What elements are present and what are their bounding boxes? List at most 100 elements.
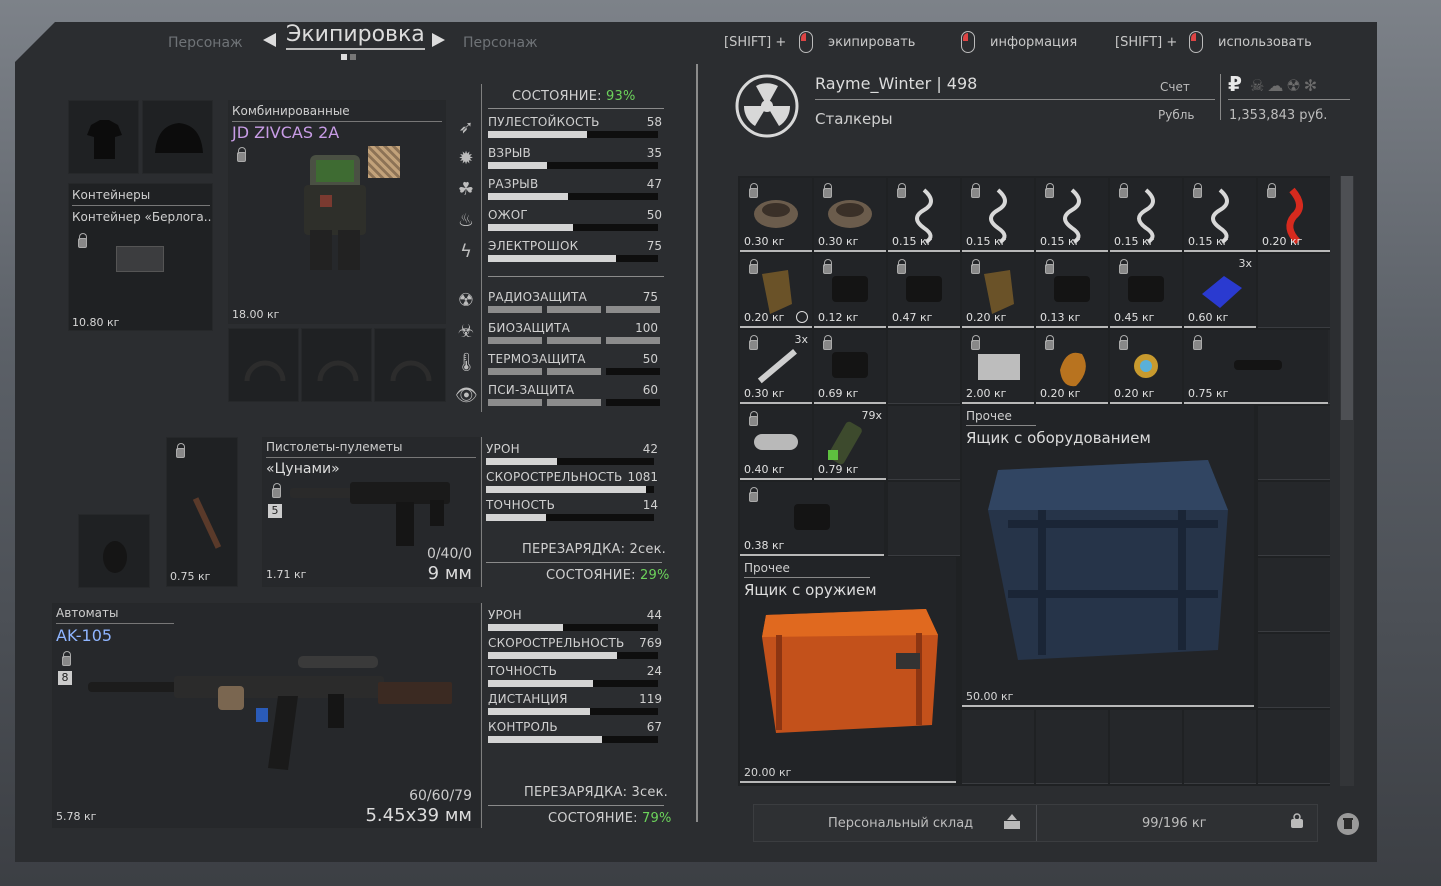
item-weight: 0.20 кг <box>1114 387 1155 400</box>
rifle-reload: ПЕРЕЗАРЯДКА: 3сек. <box>524 785 668 800</box>
inventory-item[interactable]: 0.13 кг <box>1036 254 1108 328</box>
inventory-item[interactable]: 0.30 кг <box>814 178 886 252</box>
inventory-scrollbar[interactable] <box>1340 176 1354 786</box>
rifle-name: AK-105 <box>56 626 113 645</box>
outfit-slot[interactable] <box>68 100 139 174</box>
inventory-item[interactable]: 2.00 кг <box>962 330 1034 404</box>
armor-stat-bar-fill <box>488 162 547 169</box>
protection-name: ПСИ-ЗАЩИТА <box>488 383 575 397</box>
empty-cell[interactable] <box>1258 406 1330 480</box>
storage-icon[interactable] <box>1003 814 1021 830</box>
top-bar <box>55 22 1377 62</box>
divider <box>486 562 662 563</box>
inventory-item[interactable]: 0.20 кг <box>1258 178 1330 252</box>
divider <box>1036 805 1037 841</box>
empty-cell[interactable] <box>1184 710 1256 784</box>
detector-slot[interactable] <box>301 328 372 402</box>
empty-cell[interactable] <box>1036 710 1108 784</box>
protection-segment <box>488 306 542 313</box>
protection-name: ТЕРМОЗАЩИТА <box>488 352 586 366</box>
lock-icon <box>1045 259 1054 274</box>
rifle-condition-value: 79% <box>642 811 672 826</box>
hint-shift-prefix: [SHIFT] + <box>724 35 787 50</box>
lock-icon <box>1119 259 1128 274</box>
inventory-item[interactable]: 3x 0.30 кг <box>740 330 812 404</box>
item-weight: 0.15 кг <box>1114 235 1155 248</box>
inventory-item[interactable]: 0.30 кг <box>740 178 812 252</box>
biohazard-icon: ☣ <box>457 321 475 342</box>
rifle-caliber: 5.45х39 мм <box>365 805 472 826</box>
inventory-item[interactable]: 0.20 кг <box>1110 330 1182 404</box>
lock-icon <box>1193 335 1202 350</box>
rifle-stat-value: 119 <box>639 692 662 706</box>
armor-stat-bar <box>488 224 658 231</box>
inventory-item[interactable]: 0.20 кг <box>962 254 1034 328</box>
arrow-right-icon[interactable] <box>432 33 445 47</box>
tab-equipment[interactable]: Экипировка <box>286 22 425 50</box>
currency-icons[interactable]: ☠☁☢✻ <box>1250 76 1320 95</box>
empty-cell[interactable] <box>888 330 960 404</box>
grenade-slot[interactable] <box>78 514 150 588</box>
empty-cell[interactable] <box>1258 482 1330 556</box>
rifle-stat-bar <box>488 624 658 631</box>
inventory-item[interactable]: 0.15 кг <box>1184 178 1256 252</box>
lock-icon <box>62 651 71 666</box>
empty-cell[interactable] <box>1258 634 1330 708</box>
upgrade-badge: 8 <box>58 671 72 685</box>
empty-cell[interactable] <box>962 710 1034 784</box>
armor-stat-bar-fill <box>488 255 616 262</box>
ruble-icon[interactable]: ₽ <box>1228 72 1242 96</box>
rifle-reload-label: ПЕРЕЗАРЯДКА: <box>524 785 628 800</box>
empty-cell[interactable] <box>1110 710 1182 784</box>
inventory-item[interactable]: 0.15 кг <box>962 178 1034 252</box>
container-name: Контейнер «Берлога.. <box>72 210 212 224</box>
divider <box>1220 74 1221 120</box>
divider <box>72 205 210 206</box>
inventory-item[interactable]: 0.69 кг <box>814 330 886 404</box>
inventory-item[interactable]: 0.15 кг <box>1110 178 1182 252</box>
trash-icon[interactable] <box>1337 813 1359 835</box>
inventory-item[interactable]: 3x 0.60 кг <box>1184 254 1256 328</box>
inventory-item[interactable]: 0.15 кг <box>1036 178 1108 252</box>
rifle-stat-bar <box>488 708 658 715</box>
helmet-slot[interactable] <box>142 100 213 174</box>
item-weight: 0.15 кг <box>1188 235 1229 248</box>
inventory-item[interactable]: 0.15 кг <box>888 178 960 252</box>
inventory-item[interactable]: 0.40 кг <box>740 406 812 480</box>
protection-value: 75 <box>642 290 658 304</box>
weight-icon <box>1290 813 1304 829</box>
inventory-item[interactable]: 0.45 кг <box>1110 254 1182 328</box>
scrollbar-thumb[interactable] <box>1341 176 1353 420</box>
empty-cell[interactable] <box>1258 558 1330 632</box>
item-count: 3x <box>1238 257 1252 270</box>
detector-slot[interactable] <box>228 328 299 402</box>
arrow-left-icon[interactable] <box>263 33 276 47</box>
empty-cell[interactable] <box>1258 254 1330 328</box>
ak105-rifle-icon <box>88 656 452 770</box>
tab-next-character[interactable]: Персонаж <box>463 35 538 51</box>
protection-segment <box>488 399 542 406</box>
personal-storage-button[interactable]: Персональный склад <box>828 816 973 831</box>
empty-cell[interactable] <box>888 482 960 556</box>
inventory-item[interactable]: 0.20 кг <box>740 254 812 328</box>
inventory-item[interactable]: 0.75 кг <box>1184 330 1328 404</box>
lock-icon <box>749 259 758 274</box>
tab-prev-character[interactable]: Персонаж <box>168 35 243 51</box>
weapon-box-weight: 20.00 кг <box>744 766 792 779</box>
armor-stat-value: 47 <box>646 177 662 191</box>
empty-cell[interactable] <box>888 406 960 480</box>
protection-name: БИОЗАЩИТА <box>488 321 570 335</box>
inventory-item[interactable]: 0.38 кг <box>740 482 884 556</box>
pistol-reload: ПЕРЕЗАРЯДКА: 2сек. <box>522 542 666 557</box>
empty-cell[interactable] <box>1258 710 1330 784</box>
armor-stat-value: 50 <box>646 208 662 222</box>
detector-slot[interactable] <box>374 328 446 402</box>
inventory-item[interactable]: 79x 0.79 кг <box>814 406 886 480</box>
inventory-item[interactable]: 0.20 кг <box>1036 330 1108 404</box>
inventory-item[interactable]: 0.47 кг <box>888 254 960 328</box>
carry-weight: 99/196 кг <box>1142 816 1207 831</box>
protection-segment <box>547 399 601 406</box>
inventory-item[interactable]: 0.12 кг <box>814 254 886 328</box>
lock-icon <box>1267 183 1276 198</box>
item-weight: 0.38 кг <box>744 539 785 552</box>
